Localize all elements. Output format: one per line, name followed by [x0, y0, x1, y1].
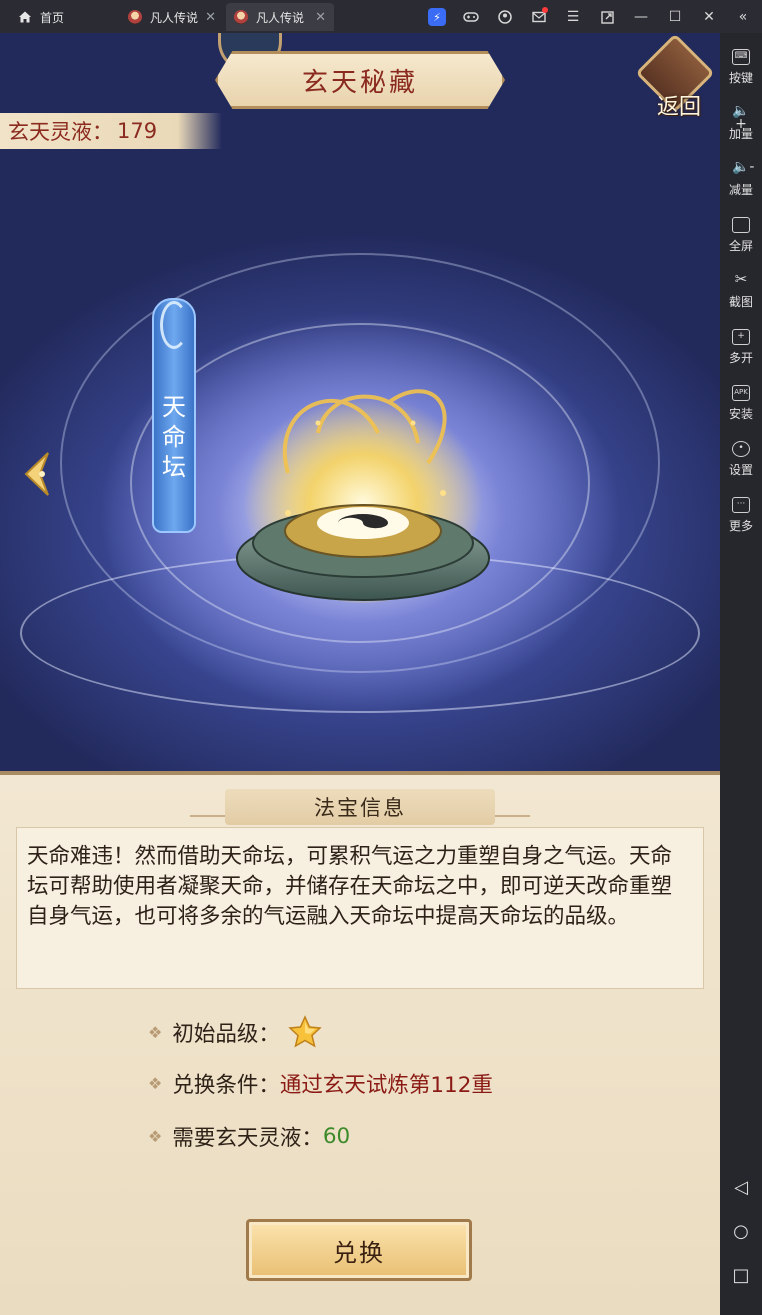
volume-down-icon: 🔈- [732, 159, 755, 175]
game-avatar-icon [128, 10, 142, 24]
required-fluid-row: ❖ 需要玄天灵液： 60 [148, 1121, 350, 1152]
sidebar-item-label: 安装 [728, 407, 753, 421]
tab-label: 凡人传说 [150, 10, 199, 25]
close-window-icon[interactable]: ✕ [692, 6, 726, 28]
sidebar-item-label: 设置 [728, 463, 753, 477]
window-titlebar: 首页 凡人传说 ✕ 凡人传说 ✕ ⚡ ☰ — ☐ ✕ « [0, 0, 762, 33]
artifact-name-char: 命 [162, 423, 186, 451]
currency-label: 玄天灵液： [8, 120, 113, 144]
sidebar-item-fullscreen[interactable]: 全屏 [720, 217, 762, 254]
scissors-icon: ✂ [734, 270, 748, 288]
multi-window-icon: + [732, 329, 750, 345]
maximize-icon[interactable]: ☐ [658, 6, 692, 28]
sidebar-item-label: 多开 [728, 351, 753, 365]
tab-label: 凡人传说 [256, 10, 305, 25]
tab-label: 首页 [40, 10, 65, 25]
initial-grade-label: 初始品级： [172, 1021, 280, 1047]
mail-icon[interactable] [522, 6, 556, 28]
android-recents-icon[interactable]: □ [720, 1265, 762, 1286]
apk-icon: APK [732, 385, 750, 401]
game-avatar-icon [234, 10, 248, 24]
sidebar-item-label: 加量 [728, 127, 753, 141]
cloud-ornament-icon [160, 301, 188, 349]
popout-icon[interactable] [590, 6, 624, 28]
sidebar-item-label: 按键 [728, 71, 753, 85]
gear-icon: • [732, 441, 750, 457]
exchange-condition-value: 通过玄天试炼第112重 [279, 1073, 493, 1098]
sidebar-item-keymap[interactable]: ⌨ 按键 [720, 49, 762, 86]
game-viewport[interactable]: 玄天秘藏 返回 玄天灵液： 179 天 命 坛 法宝信息 天命难违！然而借助天命… [0, 33, 720, 1315]
sidebar-item-volume-down[interactable]: 🔈- 减量 [720, 159, 762, 198]
account-icon[interactable] [488, 6, 522, 28]
sidebar-item-install-apk[interactable]: APK 安装 [720, 385, 762, 422]
keyboard-icon: ⌨ [732, 49, 750, 65]
fullscreen-icon [732, 217, 750, 233]
sidebar-item-label: 减量 [728, 183, 753, 197]
artifact-name-char: 天 [162, 393, 186, 421]
sidebar-item-screenshot[interactable]: ✂ 截图 [720, 270, 762, 310]
exchange-button[interactable]: 兑换 [246, 1219, 472, 1281]
page-title: 玄天秘藏 [215, 51, 505, 109]
gamepad-icon[interactable] [454, 6, 488, 28]
exchange-condition-row: ❖ 兑换条件： 通过玄天试炼第112重 [148, 1068, 493, 1099]
diamond-bullet-icon: ❖ [148, 1022, 163, 1042]
sidebar-item-label: 截图 [728, 295, 753, 309]
artifact-description: 天命难违！然而借助天命坛，可累积气运之力重塑自身之气运。天命坛可帮助使用者凝聚天… [16, 827, 704, 989]
star-icon [288, 1015, 322, 1048]
back-button-label: 返回 [656, 95, 701, 120]
back-button[interactable]: 返回 [635, 33, 715, 120]
volume-up-icon: 🔈+ [732, 103, 750, 132]
sidebar-item-multi-instance[interactable]: + 多开 [720, 329, 762, 366]
diamond-bullet-icon: ❖ [148, 1127, 163, 1146]
notification-dot [542, 7, 548, 13]
tab-game-1[interactable]: 凡人传说 ✕ [120, 3, 224, 31]
currency-display: 玄天灵液： 179 [0, 113, 222, 149]
collapse-sidebar-icon[interactable]: « [726, 6, 760, 28]
exchange-condition-label: 兑换条件： [172, 1073, 280, 1098]
panel-title: 法宝信息 [225, 789, 495, 825]
tab-home[interactable]: 首页 [10, 3, 120, 31]
artifact-name-char: 坛 [162, 453, 186, 481]
tab-game-2[interactable]: 凡人传说 ✕ [226, 3, 334, 31]
boost-icon[interactable]: ⚡ [428, 8, 446, 26]
required-fluid-value: 60 [322, 1124, 351, 1149]
android-back-icon[interactable]: ◁ [720, 1177, 762, 1198]
android-home-icon[interactable]: ○ [720, 1221, 762, 1242]
chevron-left-icon [24, 452, 49, 496]
initial-grade-row: ❖ 初始品级： [148, 1015, 322, 1049]
sidebar-item-more[interactable]: ··· 更多 [720, 497, 762, 534]
minimize-icon[interactable]: — [624, 6, 658, 28]
sidebar-item-label: 全屏 [728, 239, 753, 253]
more-icon: ··· [732, 497, 750, 513]
sidebar-item-settings[interactable]: • 设置 [720, 441, 762, 478]
sidebar-item-label: 更多 [728, 519, 753, 533]
prev-arrow-button[interactable] [22, 451, 52, 497]
diamond-bullet-icon: ❖ [148, 1074, 163, 1093]
artifact-info-panel: 法宝信息 天命难违！然而借助天命坛，可累积气运之力重塑自身之气运。天命坛可帮助使… [0, 771, 720, 1315]
home-icon [19, 11, 31, 23]
menu-icon[interactable]: ☰ [556, 6, 590, 28]
required-fluid-label: 需要玄天灵液： [172, 1126, 323, 1151]
emulator-sidebar: ⌨ 按键 🔈+ 加量 🔈- 减量 全屏 ✂ 截图 + 多开 APK 安装 • 设… [720, 33, 762, 1315]
sidebar-item-volume-up[interactable]: 🔈+ 加量 [720, 103, 762, 142]
close-icon[interactable]: ✕ [205, 10, 216, 25]
altar-artifact-image [236, 383, 490, 603]
currency-value: 179 [117, 119, 158, 143]
close-icon[interactable]: ✕ [315, 10, 326, 25]
